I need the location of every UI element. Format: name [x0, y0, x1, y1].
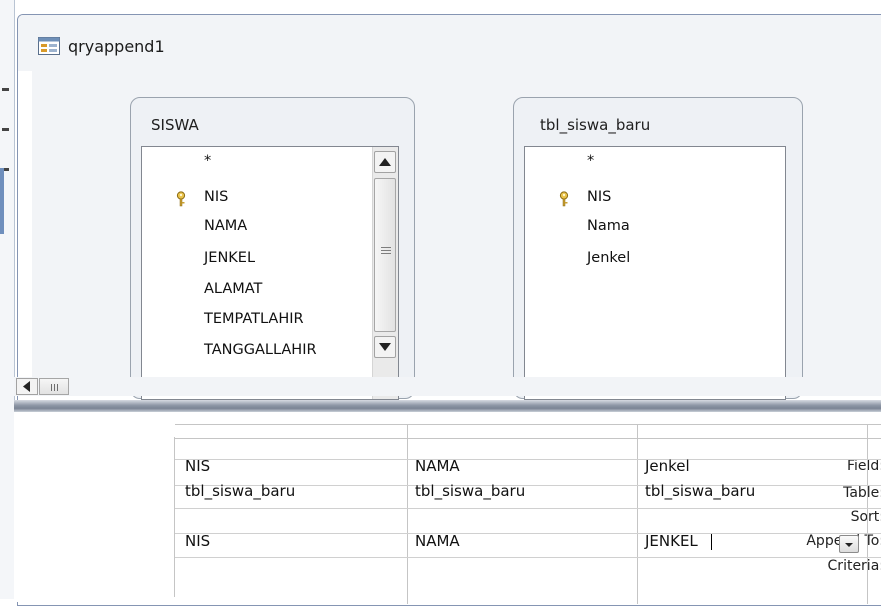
row-divider — [175, 557, 881, 558]
design-grid-pane[interactable]: Field: Table: Sort: Append To: Criteria:… — [14, 412, 881, 604]
row-divider — [175, 459, 881, 460]
grid-cell-append-to[interactable]: JENKEL — [645, 532, 698, 550]
background-mark — [2, 88, 9, 91]
append-to-dropdown-button[interactable] — [839, 535, 859, 553]
field-item[interactable]: ALAMAT — [204, 281, 262, 297]
column-divider — [637, 424, 638, 604]
pane-splitter[interactable] — [14, 400, 881, 412]
query-tab[interactable]: qryappend1 — [18, 15, 881, 71]
field-item[interactable]: Jenkel — [587, 250, 630, 266]
row-divider — [175, 533, 881, 534]
field-item[interactable]: TANGGALLAHIR — [204, 342, 317, 358]
grid-cell-field[interactable]: NIS — [185, 457, 210, 475]
thumb-grip — [57, 384, 58, 391]
table-box-tbl-siswa-baru[interactable]: tbl_siswa_baru * NIS Nama Jenkel — [513, 97, 803, 400]
field-list[interactable]: * NIS Nama Jenkel — [524, 146, 786, 400]
grid-cell-table[interactable]: tbl_siswa_baru — [185, 482, 295, 500]
query-title: qryappend1 — [68, 37, 165, 56]
thumb-grip — [381, 250, 391, 251]
thumb-grip — [54, 384, 55, 391]
grid-cell-append-to[interactable]: NIS — [185, 532, 210, 550]
table-pane[interactable]: SISWA * NIS NAMA JENKEL ALAMAT TEMPATLAH… — [32, 71, 881, 400]
grid-cell-table[interactable]: tbl_siswa_baru — [415, 482, 525, 500]
table-title[interactable]: tbl_siswa_baru — [540, 116, 650, 134]
scroll-thumb[interactable] — [374, 178, 396, 332]
scroll-up-button[interactable] — [374, 151, 396, 173]
chevron-down-icon — [845, 543, 853, 547]
scroll-down-button[interactable] — [374, 336, 396, 358]
thumb-grip — [381, 247, 391, 248]
field-item[interactable]: JENKEL — [204, 250, 255, 266]
scroll-left-button[interactable] — [16, 378, 38, 395]
field-item[interactable]: TEMPATLAHIR — [204, 311, 304, 327]
field-item[interactable]: * — [587, 153, 594, 169]
row-divider — [175, 508, 881, 509]
scroll-thumb[interactable] — [39, 378, 69, 395]
grid-cell-field[interactable]: Jenkel — [645, 457, 690, 475]
key-icon — [176, 191, 186, 207]
grid-cell-field[interactable]: NAMA — [415, 457, 460, 475]
column-divider — [407, 424, 408, 604]
grid-cell-append-to[interactable]: NAMA — [415, 532, 460, 550]
table-box-siswa[interactable]: SISWA * NIS NAMA JENKEL ALAMAT TEMPATLAH… — [130, 97, 415, 400]
vertical-scrollbar[interactable] — [372, 147, 398, 399]
field-list[interactable]: * NIS NAMA JENKEL ALAMAT TEMPATLAHIR TAN… — [141, 146, 399, 400]
field-item[interactable]: * — [204, 153, 211, 169]
design-grid[interactable]: NIS tbl_siswa_baru NIS NAMA tbl_siswa_ba… — [174, 424, 881, 604]
column-selector-row[interactable] — [175, 424, 881, 439]
column-divider — [867, 424, 868, 604]
background-mark — [2, 128, 9, 131]
arrow-down-icon — [379, 343, 391, 351]
thumb-grip — [381, 253, 391, 254]
key-icon — [559, 191, 569, 207]
arrow-up-icon — [379, 158, 391, 166]
thumb-grip — [51, 384, 52, 391]
field-item[interactable]: NIS — [204, 189, 228, 205]
query-icon — [38, 37, 60, 55]
background-selection — [0, 168, 4, 234]
field-item[interactable]: Nama — [587, 218, 630, 234]
text-cursor — [711, 534, 712, 550]
background-app-edge — [0, 0, 15, 599]
field-item[interactable]: NIS — [587, 189, 611, 205]
horizontal-scrollbar[interactable] — [14, 377, 881, 396]
arrow-left-icon — [23, 381, 30, 392]
table-title[interactable]: SISWA — [151, 116, 199, 134]
field-item[interactable]: NAMA — [204, 218, 247, 234]
grid-cell-table[interactable]: tbl_siswa_baru — [645, 482, 755, 500]
